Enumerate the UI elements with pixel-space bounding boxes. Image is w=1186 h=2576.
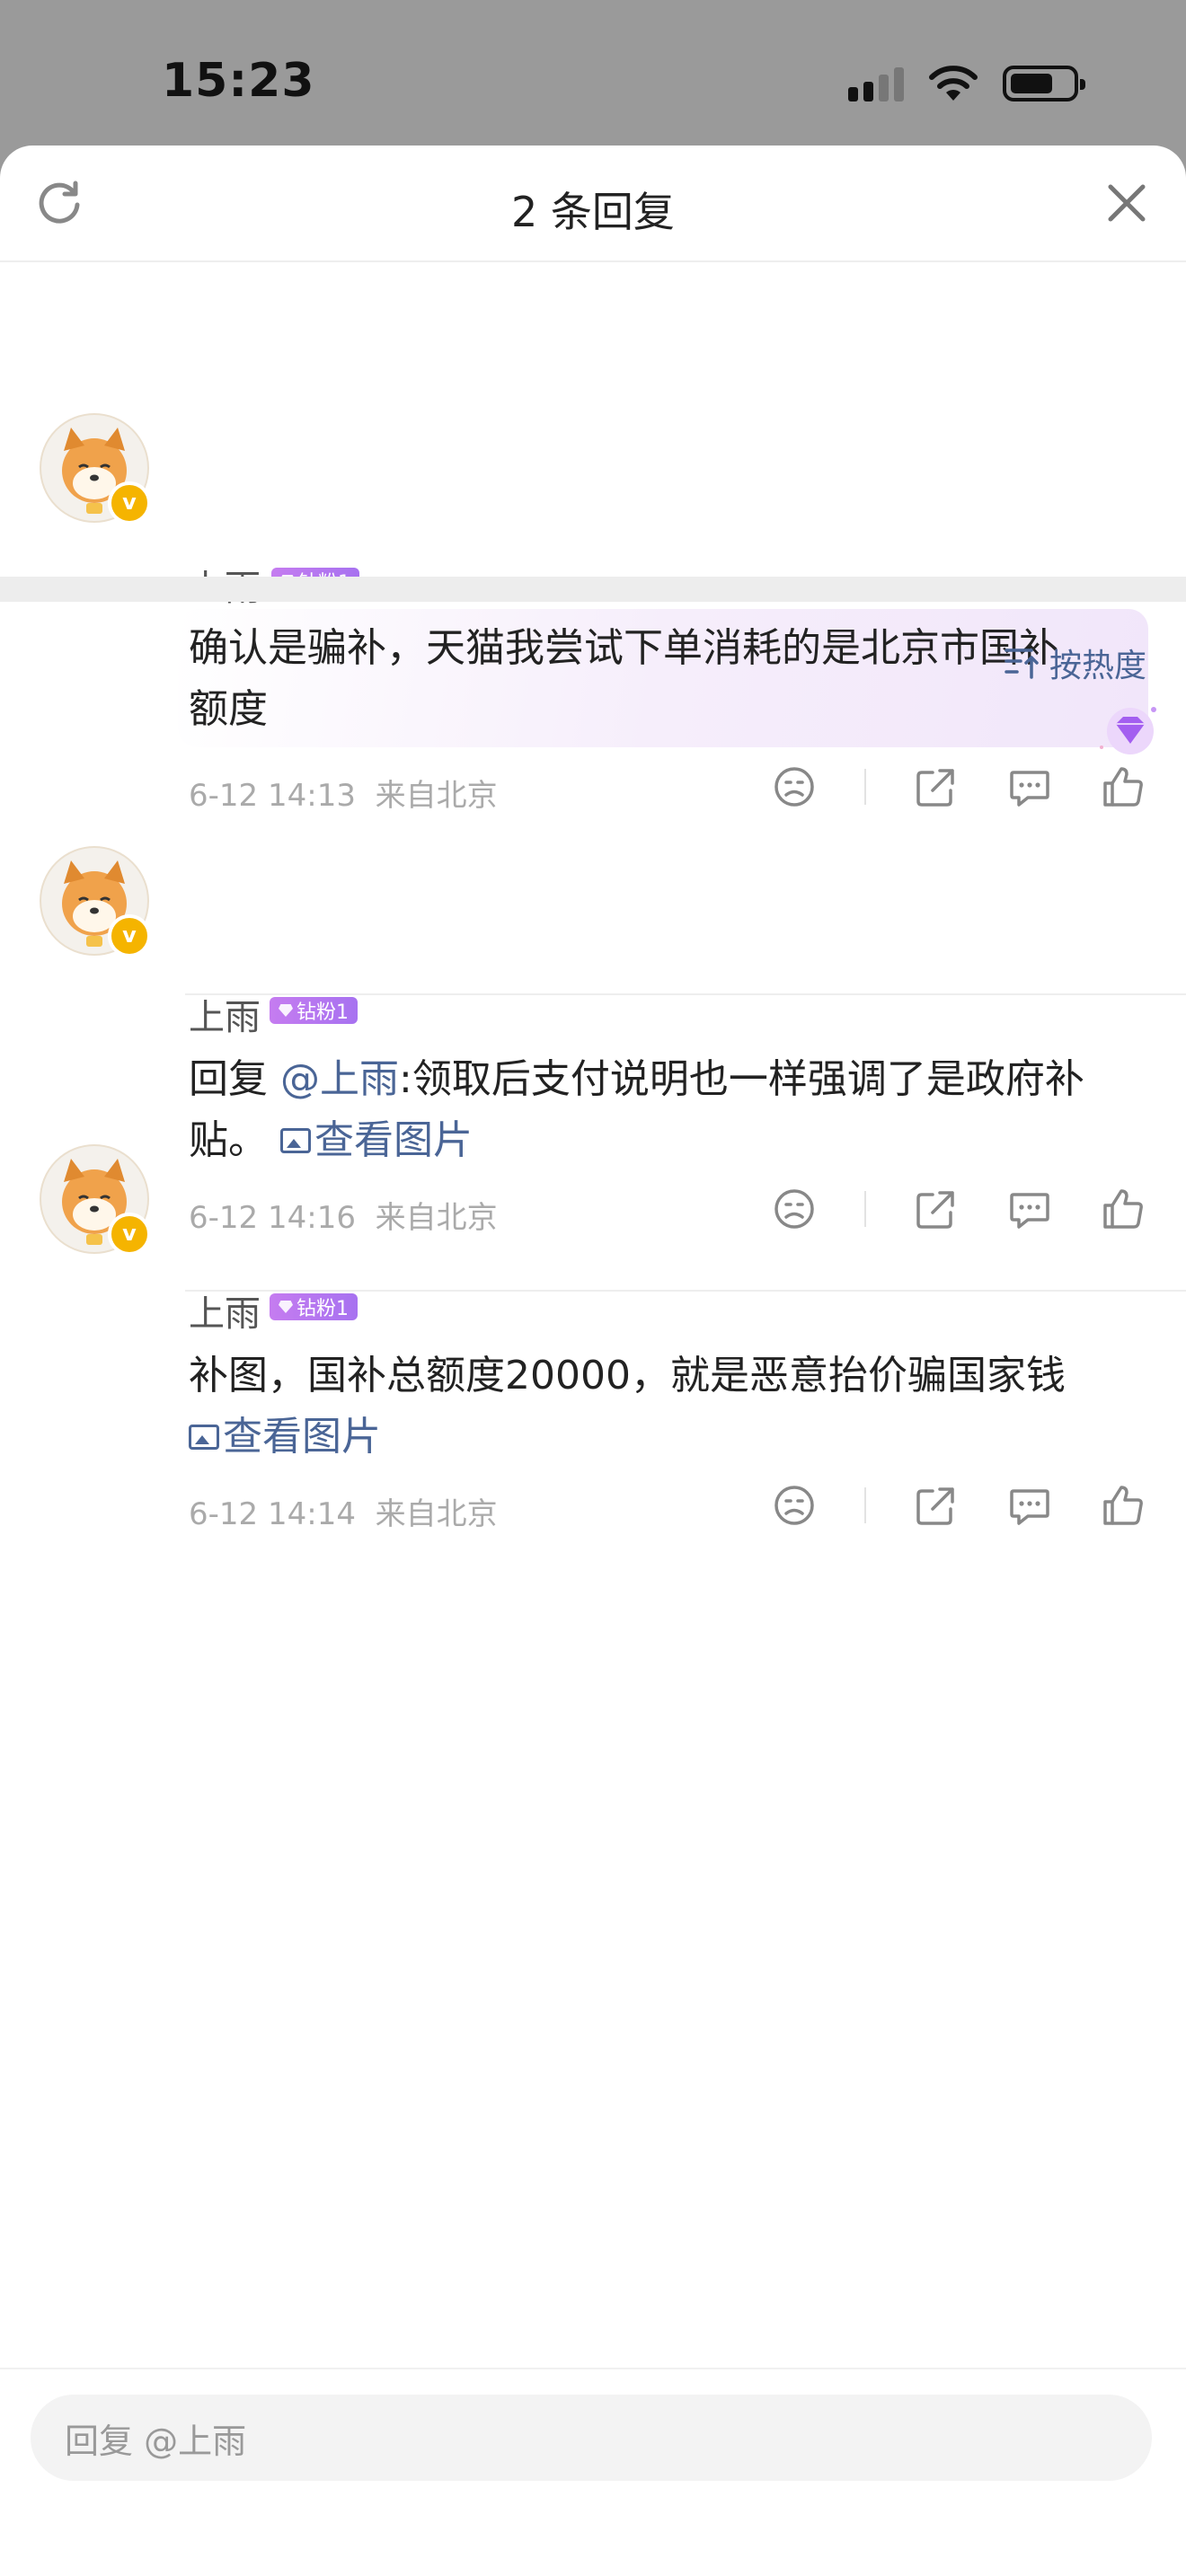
comment-icon[interactable] — [1006, 1482, 1053, 1529]
image-icon — [189, 1425, 219, 1450]
avatar[interactable]: v — [40, 846, 151, 957]
status-bar: 15:23 — [0, 0, 1186, 144]
sort-button[interactable]: 按热度 — [1005, 640, 1146, 686]
reply-location: 来自北京 — [375, 1200, 498, 1236]
close-icon[interactable] — [1102, 178, 1152, 228]
comment-meta: 6-12 14:13 来自北京 — [189, 771, 498, 815]
comment-icon[interactable] — [1006, 1186, 1053, 1232]
row-divider — [185, 993, 1186, 995]
reply-time: 6-12 14:14 — [189, 1496, 356, 1532]
wifi-icon — [929, 66, 978, 101]
reply-actions — [771, 1482, 1146, 1529]
image-icon — [280, 1128, 311, 1153]
sad-face-icon[interactable] — [771, 763, 818, 810]
verified-icon: v — [108, 1213, 151, 1256]
section-divider — [0, 577, 1186, 602]
fan-badge: 钻粉1 — [270, 997, 358, 1024]
username[interactable]: 上雨 — [189, 988, 261, 1040]
comment-icon[interactable] — [1006, 763, 1053, 810]
sheet-title: 2 条回复 — [511, 188, 675, 236]
reply-prefix: 回复 — [189, 1056, 280, 1102]
reply-location: 来自北京 — [375, 1496, 498, 1532]
diamond-icon — [279, 1004, 293, 1017]
mention-link[interactable]: @上雨 — [280, 1056, 399, 1102]
reply-text: 补图，国补总额度20000，就是恶意抬价骗国家钱 查看图片 — [189, 1345, 1150, 1468]
status-time: 15:23 — [162, 54, 315, 108]
reply-bar: 回复 @上雨 — [0, 2368, 1186, 2576]
comment-text: 确认是骗补，天猫我尝试下单消耗的是北京市国补额度 — [189, 625, 1058, 732]
sort-icon — [1005, 648, 1039, 679]
verified-icon: v — [108, 914, 151, 957]
share-icon[interactable] — [913, 763, 960, 810]
action-divider — [864, 1487, 866, 1523]
reply-time: 6-12 14:16 — [189, 1200, 356, 1236]
status-icons — [848, 65, 1085, 102]
battery-icon — [1003, 66, 1085, 101]
diamond-decoration-icon — [1100, 707, 1156, 754]
sheet-header: 2 条回复 — [0, 146, 1186, 262]
username[interactable]: 上雨 — [189, 1284, 261, 1337]
thumbs-up-icon[interactable] — [1100, 1482, 1146, 1529]
reply-text: 回复 @上雨:领取后支付说明也一样强调了是政府补贴。 查看图片 — [189, 1049, 1150, 1171]
sad-face-icon[interactable] — [771, 1186, 818, 1232]
avatar[interactable]: v — [40, 1144, 151, 1256]
sad-face-icon[interactable] — [771, 1482, 818, 1529]
sort-label: 按热度 — [1049, 648, 1146, 684]
share-icon[interactable] — [913, 1482, 960, 1529]
action-divider — [864, 1191, 866, 1227]
thumbs-up-icon[interactable] — [1100, 1186, 1146, 1232]
reply-body: 补图，国补总额度20000，就是恶意抬价骗国家钱 — [189, 1353, 1066, 1398]
verified-icon: v — [108, 481, 151, 525]
avatar[interactable]: v — [40, 413, 151, 525]
diamond-icon — [279, 1301, 293, 1313]
reply-actions — [771, 1186, 1146, 1232]
signal-icon — [848, 66, 904, 101]
fan-badge: 钻粉1 — [270, 1293, 358, 1320]
reply-meta: 6-12 14:16 来自北京 — [189, 1193, 498, 1237]
thumbs-up-icon[interactable] — [1100, 763, 1146, 810]
comment-location: 来自北京 — [375, 778, 498, 814]
action-divider — [864, 769, 866, 805]
share-icon[interactable] — [913, 1186, 960, 1232]
reply-input[interactable]: 回复 @上雨 — [31, 2395, 1152, 2481]
view-image-link[interactable]: 查看图片 — [280, 1110, 473, 1171]
reply-meta: 6-12 14:14 来自北京 — [189, 1489, 498, 1533]
comment-actions — [771, 763, 1146, 810]
view-image-link[interactable]: 查看图片 — [189, 1407, 381, 1468]
replies-sheet: 2 条回复 v 上雨 钻粉1 — [0, 146, 1186, 2576]
row-divider — [185, 1290, 1186, 1292]
comment-time: 6-12 14:13 — [189, 778, 356, 814]
